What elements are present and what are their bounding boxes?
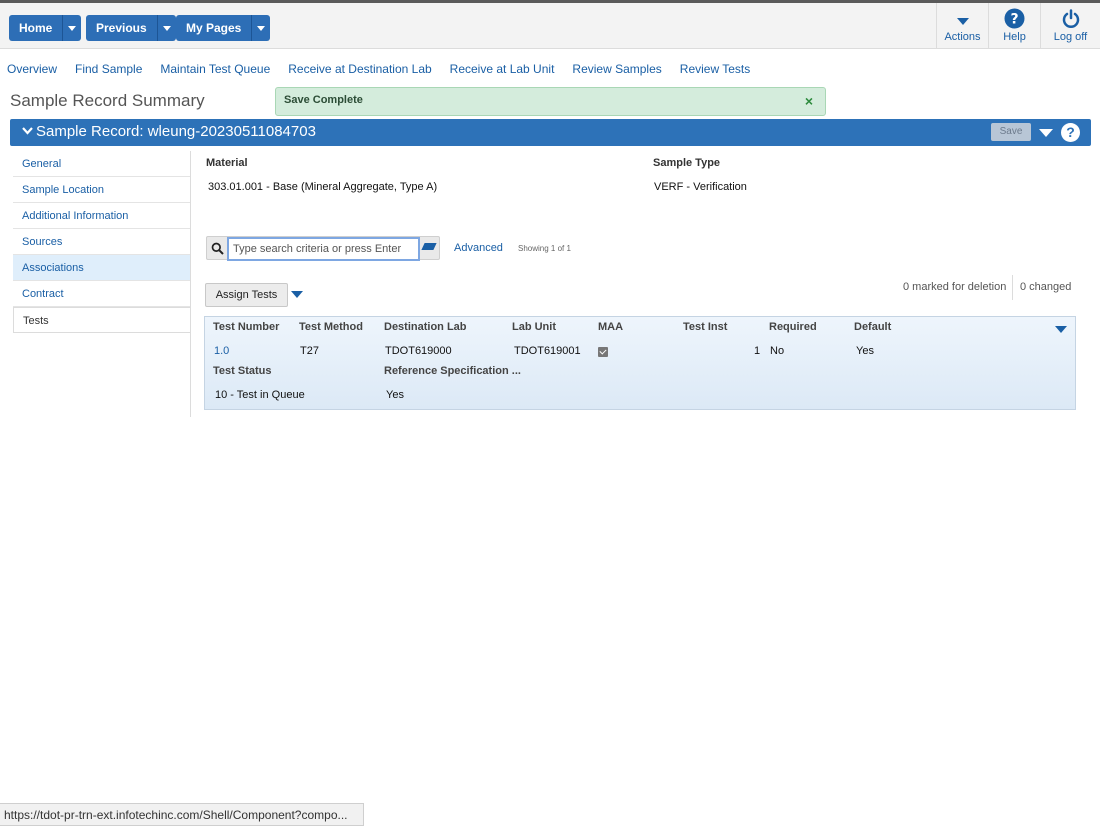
search-bar [206,236,440,261]
marked-for-deletion-count: 0 marked for deletion [903,281,1007,293]
nav-link-receive-at-lab-unit[interactable]: Receive at Lab Unit [450,62,555,76]
chevron-down-icon [68,25,77,31]
required-value: No [770,345,785,357]
default-value: Yes [856,345,874,357]
record-options-icon[interactable] [1039,129,1053,137]
test-status-value: 10 - Test in Queue [215,389,305,401]
help-button[interactable]: ? Help [988,3,1040,49]
power-icon [1062,9,1079,28]
previous-split-button: Previous [86,15,176,41]
column-header-destination-lab: Destination Lab [384,321,467,333]
side-divider [190,151,191,417]
page-title: Sample Record Summary [10,91,205,110]
side-tab-additional-information[interactable]: Additional Information [13,203,191,229]
reference-specification-label: Reference Specification ... [384,365,521,377]
save-button[interactable]: Save [991,123,1031,141]
home-button[interactable]: Home [9,15,62,41]
column-header-test-number: Test Number [213,321,280,333]
home-dropdown-button[interactable] [62,15,81,41]
side-tab-tests[interactable]: Tests [13,307,191,333]
nav-link-review-samples[interactable]: Review Samples [572,62,661,76]
sample-type-value: VERF - Verification [654,181,747,193]
column-header-default: Default [854,321,892,333]
sample-type-label: Sample Type [653,157,721,169]
grid-options-icon[interactable] [1055,326,1067,333]
toast-message: Save Complete [284,94,363,106]
chevron-down-icon [257,25,266,31]
help-icon: ? [1004,8,1025,29]
nav-link-maintain-test-queue[interactable]: Maintain Test Queue [160,62,270,76]
sample-record-title: Sample Record: wleung-20230511084703 [36,123,316,140]
tests-grid: Test Number Test Method Destination Lab … [204,316,1076,410]
material-label: Material [206,157,248,169]
nav-link-find-sample[interactable]: Find Sample [75,62,142,76]
column-header-test-method: Test Method [299,321,363,333]
record-help-icon[interactable]: ? [1061,123,1080,142]
my-pages-button[interactable]: My Pages [176,15,251,41]
my-pages-dropdown-button[interactable] [251,15,270,41]
lab-unit-value: TDOT619001 [514,345,581,357]
chevron-down-icon[interactable] [291,291,303,298]
actions-label: Actions [944,31,981,43]
search-input[interactable] [227,237,420,261]
advanced-search-link[interactable]: Advanced [454,242,503,254]
side-tab-contract[interactable]: Contract [13,281,191,307]
log-off-label: Log off [1053,31,1088,43]
test-number-link[interactable]: 1.0 [214,345,229,357]
nav-link-receive-at-destination-lab[interactable]: Receive at Destination Lab [288,62,431,76]
column-header-lab-unit: Lab Unit [512,321,556,333]
column-header-maa: MAA [598,321,624,333]
side-tab-sources[interactable]: Sources [13,229,191,255]
side-tab-general[interactable]: General [13,151,191,177]
browser-status-bar: https://tdot-pr-trn-ext.infotechinc.com/… [0,803,364,826]
test-method-value: T27 [300,345,319,357]
assign-tests-button[interactable]: Assign Tests [205,283,288,307]
destination-lab-value: TDOT619000 [385,345,452,357]
column-header-required: Required [769,321,817,333]
test-inst-value: 1 [754,345,761,357]
search-icon[interactable] [211,242,224,255]
sample-record-bar: Sample Record: wleung-20230511084703 Sav… [10,119,1091,146]
help-label: Help [1003,31,1026,43]
material-value: 303.01.001 - Base (Mineral Aggregate, Ty… [208,181,438,193]
side-tab-associations[interactable]: Associations [13,255,191,281]
secondary-nav: Overview Find Sample Maintain Test Queue… [7,62,750,76]
chevron-down-icon [956,18,969,25]
close-icon[interactable]: × [805,93,813,109]
reference-specification-value: Yes [386,389,404,401]
changed-count: 0 changed [1020,281,1072,293]
side-tab-sample-location[interactable]: Sample Location [13,177,191,203]
test-status-label: Test Status [213,365,272,377]
home-split-button: Home [9,15,82,41]
app-header: Home Previous My Pages Actions ? Help Lo… [0,3,1100,49]
save-complete-toast: Save Complete × [275,87,826,116]
side-menu: General Sample Location Additional Infor… [13,151,191,333]
result-count: Showing 1 of 1 [518,244,571,253]
chevron-down-icon [162,25,171,31]
my-pages-split-button: My Pages [176,15,271,41]
nav-link-overview[interactable]: Overview [7,62,57,76]
collapse-chevron-icon[interactable] [22,127,33,135]
clear-search-icon[interactable] [421,243,437,250]
counts-divider [1012,275,1013,300]
log-off-button[interactable]: Log off [1040,3,1100,49]
svg-text:?: ? [1010,12,1018,28]
actions-button[interactable]: Actions [936,3,988,49]
previous-dropdown-button[interactable] [156,15,176,41]
nav-link-review-tests[interactable]: Review Tests [680,62,750,76]
previous-button[interactable]: Previous [86,15,157,41]
maa-checkbox[interactable] [598,347,608,357]
column-header-test-inst: Test Inst [683,321,728,333]
